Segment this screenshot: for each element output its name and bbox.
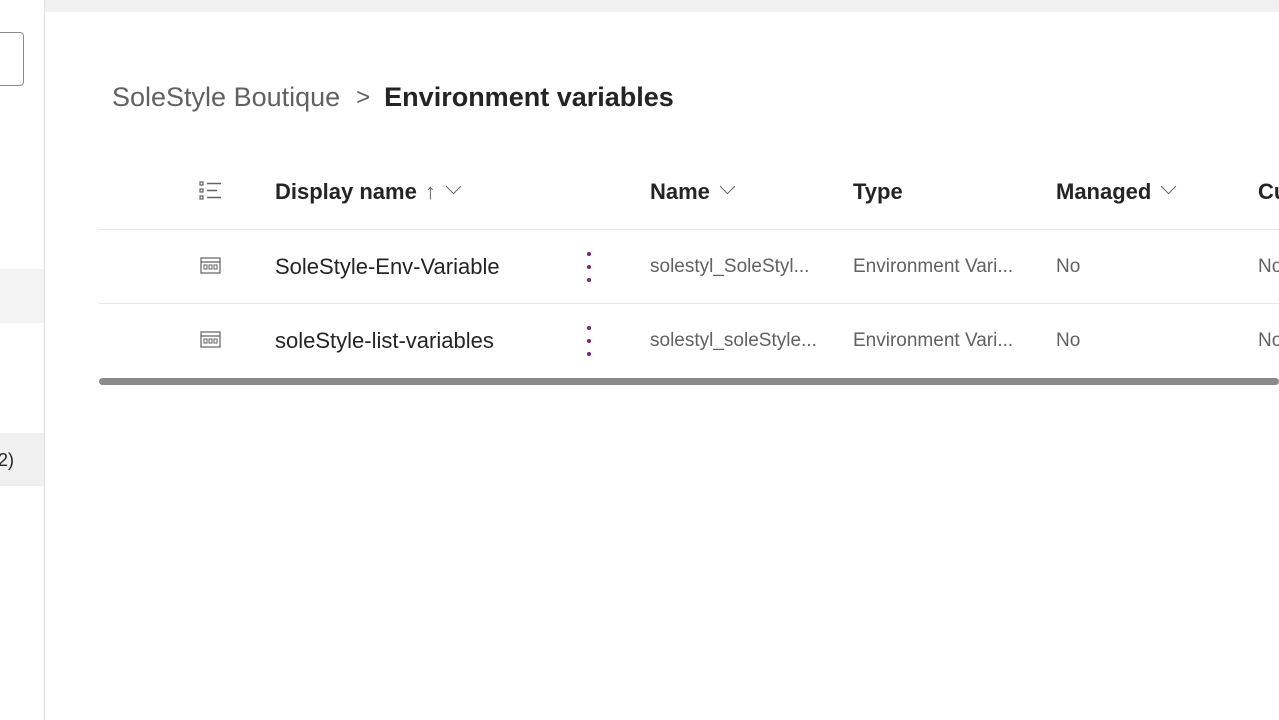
horizontal-scrollbar[interactable]	[99, 378, 1279, 385]
column-header-display-name[interactable]: Display name ↑	[275, 155, 460, 229]
cell-type: Environment Vari...	[853, 330, 1014, 351]
cell-display-name[interactable]: SoleStyle-Env-Variable	[275, 230, 500, 304]
environment-variables-grid: Display name ↑ Name Type Managed Cu Sole…	[99, 155, 1279, 387]
more-vertical-icon[interactable]	[577, 250, 601, 284]
cell-display-name[interactable]: soleStyle-list-variables	[275, 304, 494, 378]
cell-customizable: No	[1258, 330, 1279, 351]
chevron-down-icon[interactable]	[446, 181, 460, 195]
column-header-label: Display name	[275, 179, 417, 204]
search-input[interactable]	[0, 32, 24, 86]
cell-customizable: No	[1258, 256, 1279, 277]
more-vertical-icon[interactable]	[577, 324, 601, 358]
chevron-down-icon[interactable]	[720, 181, 734, 195]
column-header-label: Cu	[1258, 179, 1279, 204]
cell-name: solestyl_soleStyle...	[650, 330, 817, 351]
environment-variable-icon	[200, 331, 221, 348]
sort-ascending-icon: ↑	[424, 179, 436, 204]
nav-item-selected[interactable]	[0, 269, 44, 323]
cell-type: Environment Vari...	[853, 256, 1014, 277]
cell-managed: No	[1056, 330, 1081, 351]
top-command-bar	[45, 0, 1279, 12]
page-title: Environment variables	[384, 82, 674, 112]
nav-item-objects[interactable]: 2)	[0, 433, 44, 486]
breadcrumb: SoleStyle Boutique > Environment variabl…	[112, 82, 674, 113]
table-row[interactable]: SoleStyle-Env-Variable solestyl_SoleStyl…	[99, 229, 1279, 304]
breadcrumb-solution-link[interactable]: SoleStyle Boutique	[112, 82, 340, 113]
column-header-label: Type	[853, 179, 903, 204]
chevron-down-icon[interactable]	[1161, 181, 1175, 195]
cell-managed: No	[1056, 256, 1081, 277]
left-nav-pane: 2)	[0, 0, 45, 720]
breadcrumb-separator-icon: >	[356, 83, 371, 111]
environment-variable-icon	[200, 257, 221, 274]
nav-item-label: 2)	[0, 450, 15, 470]
column-header-customizable[interactable]: Cu	[1258, 155, 1279, 229]
list-view-icon[interactable]	[199, 181, 223, 203]
column-header-name[interactable]: Name	[650, 155, 734, 229]
table-row[interactable]: soleStyle-list-variables solestyl_soleSt…	[99, 303, 1279, 378]
cell-name: solestyl_SoleStyl...	[650, 256, 810, 277]
column-header-managed[interactable]: Managed	[1056, 155, 1175, 229]
column-header-label: Name	[650, 179, 710, 204]
column-header-type[interactable]: Type	[853, 155, 903, 229]
column-header-label: Managed	[1056, 179, 1152, 204]
